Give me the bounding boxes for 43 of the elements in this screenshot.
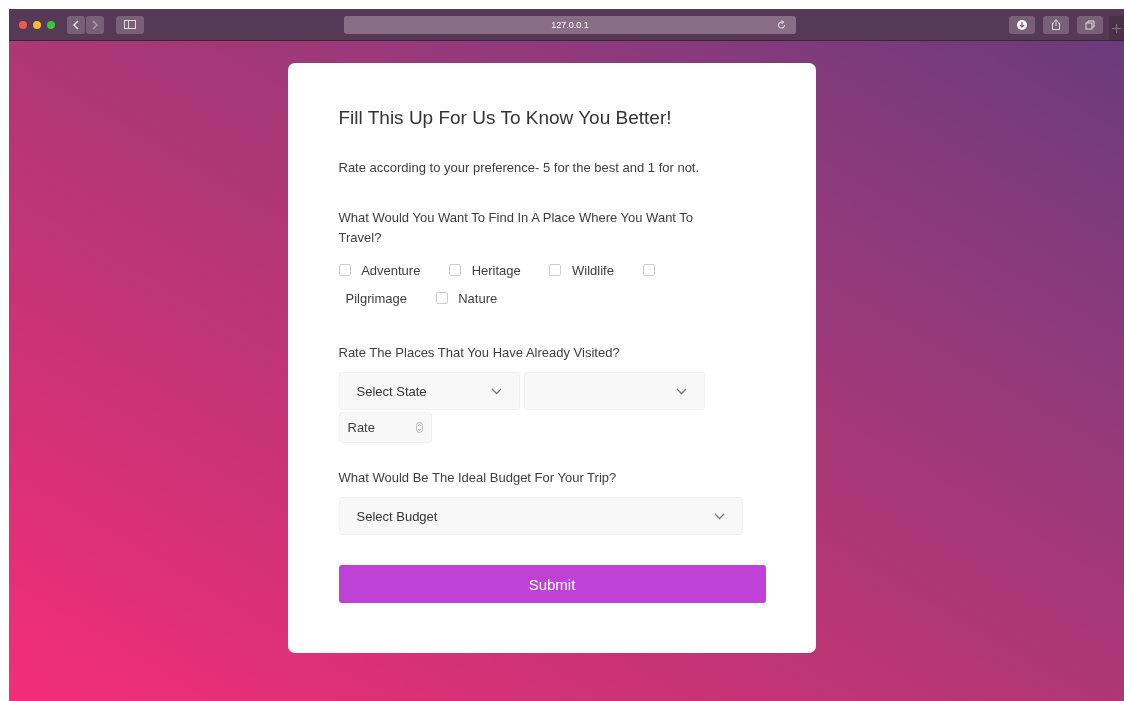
sidebar-icon [124,20,136,29]
maximize-window-icon[interactable] [47,20,55,29]
option-label[interactable]: Pilgrimage [345,285,407,313]
address-bar[interactable]: 127.0.0.1 [344,15,796,34]
tabs-icon [1085,19,1095,30]
download-icon [1017,19,1027,30]
form-title: Fill This Up For Us To Know You Better! [338,107,673,129]
checkbox[interactable] [338,264,351,276]
option-label[interactable]: Wildlife [572,257,614,285]
state-select[interactable]: Select State [338,372,520,410]
close-window-icon[interactable] [19,20,27,29]
forward-button[interactable] [86,15,104,34]
instruction-text: Rate according to your preference- 5 for the best and 1 for not. [338,160,701,175]
question-label: What Would Be The Ideal Budget For Your Trip? [338,469,618,487]
url-text: 127.0.0.1 [551,19,589,30]
rate-field[interactable]: Rate [338,412,432,443]
spinner-icon[interactable] [415,422,423,433]
chevron-down-icon [490,387,502,395]
back-button[interactable] [67,15,85,34]
checkbox[interactable] [549,264,562,276]
question-label: Rate The Places That You Have Already Visited? [338,344,621,362]
reload-icon[interactable] [777,19,786,30]
download-button[interactable] [1009,15,1035,34]
plus-icon [1112,23,1121,33]
chevron-down-icon [675,387,687,395]
question-label: What Would You Want To Find In A Place Where You Want To Travel? [338,209,695,247]
budget-select[interactable]: Select Budget [338,497,743,535]
chevron-right-icon [92,19,98,30]
tabs-button[interactable] [1077,15,1103,34]
option-label[interactable]: Nature [458,285,498,313]
checkbox[interactable] [642,264,655,276]
share-button[interactable] [1043,15,1069,34]
chevron-left-icon [73,19,79,30]
option-label[interactable]: Heritage [471,257,521,285]
option-label[interactable]: Adventure [361,257,421,285]
submit-button[interactable]: Submit [338,565,766,603]
share-icon [1051,19,1061,30]
chevron-down-icon [713,512,725,520]
sidebar-button[interactable] [116,15,144,34]
checkbox[interactable] [435,292,448,304]
minimize-window-icon[interactable] [33,20,41,29]
new-tab-button[interactable] [1109,16,1124,40]
checkbox[interactable] [449,264,461,276]
